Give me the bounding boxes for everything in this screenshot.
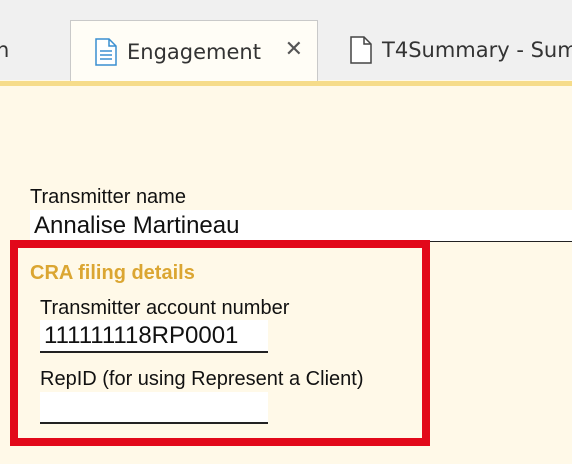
- tab-label: T4Summary - Sum: [382, 38, 572, 62]
- document-icon: [350, 36, 372, 64]
- tab-engagement[interactable]: Engagement ✕: [70, 20, 318, 82]
- tab-accent-line: [0, 81, 572, 86]
- transmitter-name-label: Transmitter name: [30, 186, 186, 208]
- tab-t4summary[interactable]: T4Summary - Sum: [350, 20, 572, 80]
- tab-bar: n Engagement ✕ T4Summary - Sum: [0, 0, 572, 82]
- close-icon[interactable]: ✕: [285, 37, 303, 62]
- tab-label: n: [0, 38, 10, 62]
- transmitter-name-field[interactable]: Annalise Martineau: [30, 210, 572, 242]
- document-icon: [95, 37, 117, 66]
- tab-label: Engagement: [127, 39, 261, 64]
- tab-partial-left[interactable]: n: [0, 20, 36, 80]
- highlight-box: [10, 240, 430, 446]
